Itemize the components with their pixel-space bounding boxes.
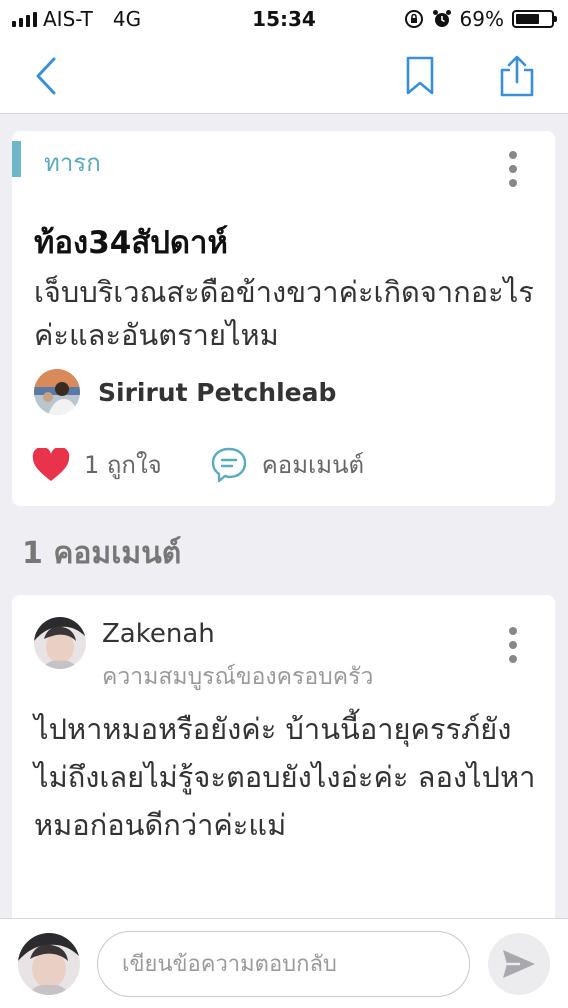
bookmark-button[interactable]: [396, 52, 444, 100]
commenter-name[interactable]: Zakenah: [102, 619, 215, 649]
tag-accent-bar: [12, 141, 21, 177]
comment-card: Zakenah ความสมบูรณ์ของครอบครัว ไปหาหมอหร…: [12, 595, 555, 925]
battery-fill: [516, 14, 540, 24]
like-count: 1 ถูกใจ: [84, 451, 162, 479]
reply-bar: [0, 918, 568, 1008]
comments-count-header: 1 คอมเมนต์: [22, 536, 182, 571]
back-chevron-icon: [36, 57, 56, 95]
comment-icon: [211, 447, 246, 482]
more-dot: [509, 655, 517, 663]
more-dot: [509, 165, 517, 173]
more-dot: [509, 179, 517, 187]
send-button[interactable]: [488, 933, 550, 995]
rotation-lock-icon: [404, 10, 423, 28]
heart-icon: [32, 447, 70, 481]
nav-bar: [0, 38, 568, 114]
share-icon: [500, 55, 534, 97]
comment-body: ไปหาหมอหรือยังค่ะ บ้านนี้อายุครรภ์ยังไม่…: [34, 712, 536, 842]
more-dot: [509, 641, 517, 649]
share-button[interactable]: [493, 52, 541, 100]
comment-more-button[interactable]: [501, 625, 525, 665]
carrier-label: AIS-T: [43, 7, 93, 31]
post-actions: 1 ถูกใจ คอมเมนต์: [32, 445, 364, 484]
comment-label: คอมเมนต์: [261, 451, 365, 479]
post-card: ทารก ท้อง34สัปดาห์ เจ็บบริเวณสะดือข้างขว…: [12, 131, 555, 506]
post-body: เจ็บบริเวณสะดือข้างขวาค่ะเกิดจากอะไรค่ะแ…: [34, 275, 534, 352]
reply-input[interactable]: [97, 931, 470, 997]
commenter-subtitle: ความสมบูรณ์ของครอบครัว: [102, 664, 374, 690]
signal-icon: [12, 11, 37, 27]
more-dot: [509, 627, 517, 635]
battery-percent: 69%: [459, 7, 504, 31]
author-name[interactable]: Sirirut Petchleab: [98, 378, 336, 407]
battery-icon: [512, 10, 557, 28]
status-right: 69%: [404, 7, 557, 31]
my-avatar: [18, 933, 80, 995]
commenter-avatar[interactable]: [34, 617, 86, 669]
post-tag[interactable]: ทารก: [44, 143, 101, 182]
alarm-icon: [432, 10, 451, 27]
post-title: ท้อง34สัปดาห์: [34, 225, 228, 261]
back-button[interactable]: [22, 52, 70, 100]
status-left: AIS-T 4G: [12, 7, 141, 31]
comment-button[interactable]: คอมเมนต์: [210, 445, 364, 484]
more-dot: [509, 151, 517, 159]
author-row[interactable]: Sirirut Petchleab: [34, 369, 336, 415]
network-label: 4G: [112, 7, 142, 31]
status-bar: AIS-T 4G 15:34 69%: [0, 0, 568, 38]
send-icon: [503, 950, 535, 978]
bookmark-icon: [406, 56, 434, 95]
author-avatar[interactable]: [34, 369, 80, 415]
like-button[interactable]: 1 ถูกใจ: [32, 445, 162, 484]
post-more-button[interactable]: [501, 149, 525, 189]
